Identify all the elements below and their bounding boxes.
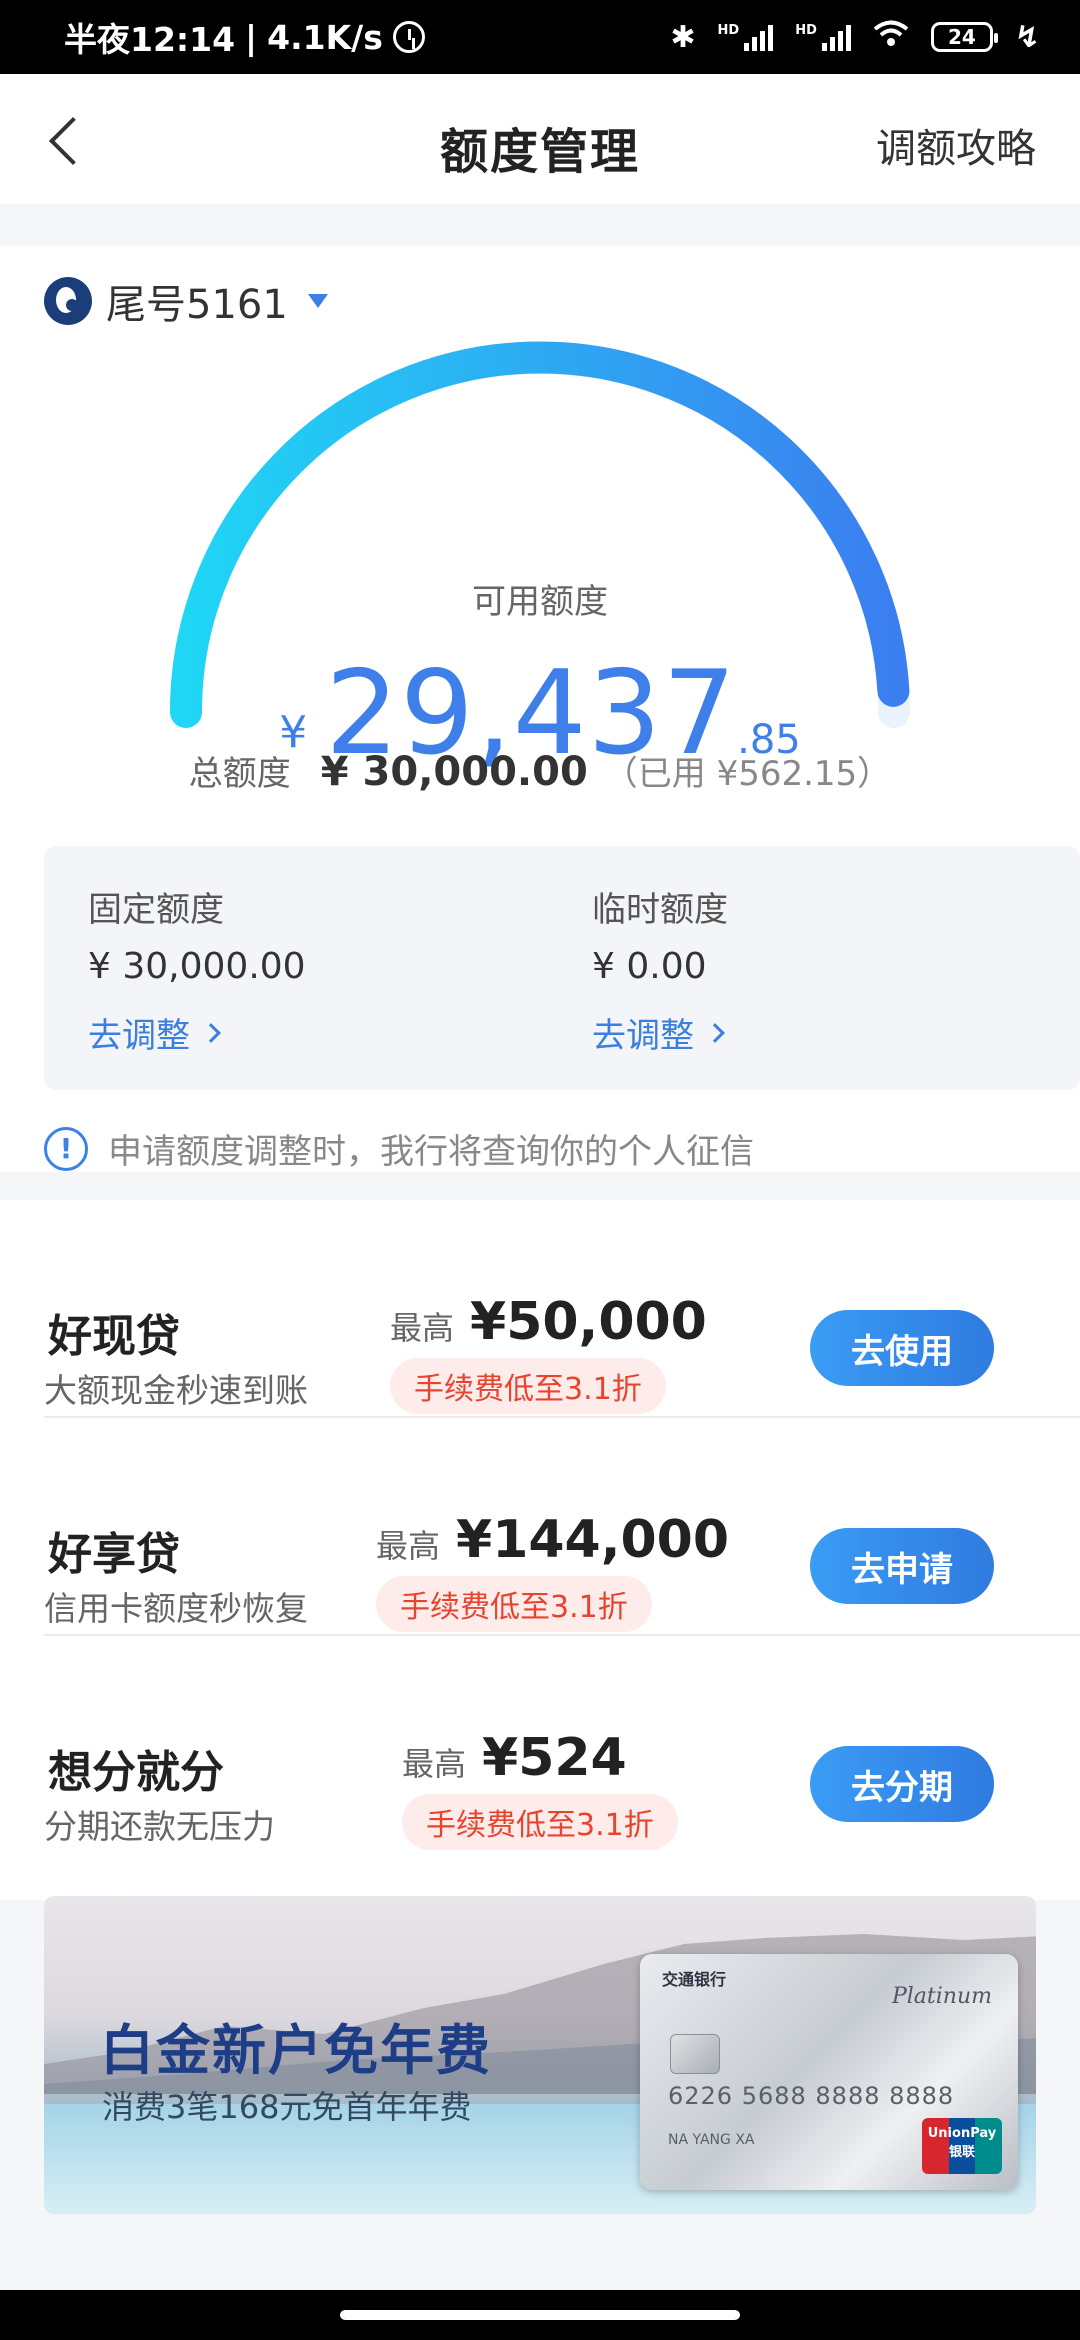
card-selector-label: 尾号5161	[106, 282, 288, 328]
banner-title: 白金新户免年费	[100, 2019, 492, 2082]
cell-signal-icon-2: HD	[795, 23, 851, 51]
available-limit-label: 可用额度	[472, 582, 608, 622]
fee-discount-tag: 手续费低至3.1折	[390, 1358, 666, 1414]
status-network-speed: 4.1K/s	[267, 17, 383, 57]
fixed-limit-box: 固定额度 ¥ 30,000.00 去调整	[44, 846, 576, 1090]
available-limit-gauge: 可用额度 ¥29,437.85	[150, 326, 930, 781]
temporary-limit-label: 临时额度	[592, 890, 728, 930]
banner-subtitle: 消费3笔168元免首年年费	[102, 2088, 472, 2126]
loan-item-haoxiangdai: 好享贷 信用卡额度秒恢复 最高 ¥144,000 手续费低至3.1折 去申请	[44, 1418, 1080, 1636]
cell-signal-icon-1: HD	[718, 23, 774, 51]
temporary-limit-value: ¥ 0.00	[592, 946, 707, 987]
fee-discount-tag: 手续费低至3.1折	[376, 1576, 652, 1632]
status-bar: 半夜12:14 | 4.1K/s ✱ HD HD 24 ↯	[0, 0, 1080, 74]
status-separator: |	[245, 17, 258, 57]
loan-max-amount: 最高 ¥50,000	[390, 1292, 707, 1352]
installment-button[interactable]: 去分期	[810, 1746, 994, 1822]
loan-max-amount: 最高 ¥524	[402, 1728, 627, 1788]
apply-button[interactable]: 去申请	[810, 1528, 994, 1604]
home-indicator[interactable]	[340, 2310, 740, 2320]
chevron-right-icon	[201, 1022, 221, 1043]
alarm-icon	[392, 21, 425, 53]
card-tier: Platinum	[891, 1984, 992, 2009]
card-bank-name: 交通银行	[662, 1970, 727, 1989]
bluetooth-icon: ✱	[670, 19, 696, 55]
loan-description: 大额现金秒速到账	[44, 1371, 308, 1410]
bank-logo-icon	[44, 277, 92, 325]
loan-description: 信用卡额度秒恢复	[44, 1589, 308, 1628]
use-button[interactable]: 去使用	[810, 1310, 994, 1386]
status-time: 半夜12:14	[64, 20, 236, 59]
total-limit-row: 总额度 ¥ 30,000.00 （已用 ¥562.15）	[0, 746, 1080, 795]
temporary-limit-box: 临时额度 ¥ 0.00 去调整	[548, 846, 1080, 1090]
nav-header: 额度管理 调额攻略	[0, 74, 1080, 204]
unionpay-logo-icon: UnionPay 银联	[922, 2118, 1002, 2174]
adjust-guide-link[interactable]: 调额攻略	[876, 116, 1036, 174]
loan-name: 好享贷	[48, 1529, 180, 1580]
card-holder: NA YANG XA	[668, 2132, 755, 2148]
credit-check-notice: ! 申请额度调整时，我行将查询你的个人征信	[44, 1124, 754, 1173]
charging-icon: ↯	[1014, 19, 1040, 55]
battery-icon: 24	[930, 22, 998, 52]
platinum-card-banner[interactable]: 白金新户免年费 消费3笔168元免首年年费 交通银行 Platinum 6226…	[44, 1896, 1036, 2214]
info-icon: !	[44, 1126, 88, 1171]
credit-card-image: 交通银行 Platinum 6226 5688 8888 8888 NA YAN…	[640, 1954, 1018, 2190]
dropdown-caret-icon	[307, 294, 328, 308]
adjust-link-label: 去调整	[88, 1016, 190, 1056]
used-amount-text: （已用 ¥562.15）	[603, 754, 892, 794]
max-value: ¥524	[482, 1728, 627, 1788]
fee-discount-tag: 手续费低至3.1折	[402, 1794, 678, 1850]
loan-name: 想分就分	[48, 1747, 224, 1798]
card-selector[interactable]: 尾号5161	[44, 272, 328, 330]
total-limit-label: 总额度	[188, 754, 291, 794]
card-chip-icon	[670, 2034, 720, 2074]
credit-limit-card: 尾号5161 可用额度 ¥29,437.85 总额度 ¥ 30,000.00 （已用…	[0, 246, 1080, 1172]
notice-text: 申请额度调整时，我行将查询你的个人征信	[108, 1132, 754, 1172]
wifi-icon	[873, 20, 909, 54]
max-value: ¥144,000	[456, 1510, 730, 1570]
adjust-link-label: 去调整	[592, 1016, 694, 1056]
total-limit-value: ¥ 30,000.00	[320, 749, 588, 795]
loan-max-amount: 最高 ¥144,000	[376, 1510, 729, 1570]
loan-products-section: 好现贷 大额现金秒速到账 最高 ¥50,000 手续费低至3.1折 去使用 好享贷…	[0, 1200, 1080, 1900]
max-label: 最高	[376, 1527, 441, 1565]
loan-description: 分期还款无压力	[44, 1807, 275, 1846]
fixed-limit-value: ¥ 30,000.00	[88, 946, 306, 987]
fixed-limit-adjust-link[interactable]: 去调整	[88, 1008, 221, 1057]
chevron-right-icon	[705, 1022, 725, 1043]
loan-item-installment: 想分就分 分期还款无压力 最高 ¥524 手续费低至3.1折 去分期	[44, 1636, 1080, 1854]
max-value: ¥50,000	[470, 1292, 707, 1352]
loan-item-haoxiandai: 好现贷 大额现金秒速到账 最高 ¥50,000 手续费低至3.1折 去使用	[44, 1200, 1080, 1418]
loan-name: 好现贷	[48, 1311, 180, 1362]
temporary-limit-adjust-link[interactable]: 去调整	[592, 1008, 725, 1057]
max-label: 最高	[390, 1309, 455, 1347]
card-number: 6226 5688 8888 8888	[668, 2082, 955, 2110]
max-label: 最高	[402, 1745, 467, 1783]
fixed-limit-label: 固定额度	[88, 890, 224, 930]
